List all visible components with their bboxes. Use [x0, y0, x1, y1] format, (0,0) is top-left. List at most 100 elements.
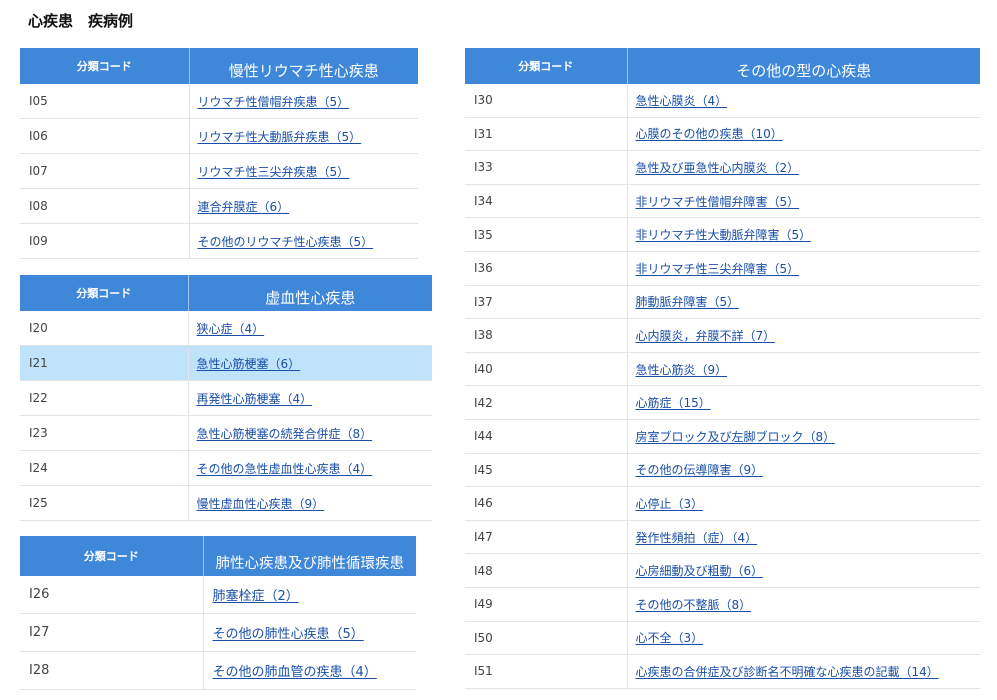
table-row: I42 心筋症（15）: [465, 385, 980, 420]
code-cell: I50: [465, 621, 627, 656]
disease-link[interactable]: 心筋症（15）: [636, 396, 711, 410]
table-row: I25 慢性虚血性心疾患（9）: [20, 485, 432, 521]
code-cell: I40: [465, 352, 627, 387]
disease-link[interactable]: 非リウマチ性大動脈弁障害（5）: [636, 228, 812, 242]
disease-link[interactable]: リウマチ性三尖弁疾患（5）: [198, 165, 350, 179]
code-column-header: 分類コード: [20, 48, 189, 84]
table-title: 肺性心疾患及び肺性循環疾患: [202, 536, 416, 576]
table-row: I07 リウマチ性三尖弁疾患（5）: [20, 153, 418, 189]
name-cell: 非リウマチ性三尖弁障害（5）: [626, 251, 980, 286]
disease-link[interactable]: 急性及び亜急性心内膜炎（2）: [636, 161, 800, 175]
table-row: I24 その他の急性虚血性心疾患（4）: [20, 450, 432, 486]
table-title: 慢性リウマチ性心疾患: [188, 48, 418, 84]
code-cell: I05: [20, 84, 189, 119]
table-row: I26 肺塞栓症（2）: [20, 576, 416, 614]
table-row-highlighted: I21 急性心筋梗塞（6）: [20, 345, 432, 381]
disease-link[interactable]: 房室ブロック及び左脚ブロック（8）: [636, 430, 836, 444]
disease-link[interactable]: その他のリウマチ性心疾患（5）: [198, 235, 374, 249]
table-row: I50 心不全（3）: [465, 621, 980, 656]
code-cell: I38: [465, 318, 627, 353]
name-cell: リウマチ性大動脈弁疾患（5）: [188, 118, 418, 154]
table-row: I47 発作性頻拍（症）（4）: [465, 520, 980, 555]
disease-link[interactable]: 再発性心筋梗塞（4）: [197, 392, 313, 406]
table-row: I36 非リウマチ性三尖弁障害（5）: [465, 251, 980, 286]
disease-link[interactable]: 非リウマチ性三尖弁障害（5）: [636, 262, 800, 276]
name-cell: その他の不整脈（8）: [626, 587, 980, 622]
pulmonary-heart-disease-table: 分類コード 肺性心疾患及び肺性循環疾患 I26 肺塞栓症（2） I27 その他の肺性…: [20, 536, 416, 690]
name-cell: 心膜のその他の疾患（10）: [626, 117, 980, 152]
code-column-header: 分類コード: [465, 48, 627, 84]
code-cell: I23: [20, 415, 188, 451]
disease-link[interactable]: 心疾患の合併症及び診断名不明確な心疾患の記載（14）: [636, 665, 939, 679]
disease-link[interactable]: 急性心筋炎（9）: [636, 363, 728, 377]
code-cell: I51: [465, 654, 627, 689]
disease-link[interactable]: その他の伝導障害（9）: [636, 463, 764, 477]
code-cell: I27: [20, 613, 203, 652]
disease-link[interactable]: その他の急性虚血性心疾患（4）: [197, 462, 373, 476]
name-cell: その他の伝導障害（9）: [626, 453, 980, 488]
name-cell: 房室ブロック及び左脚ブロック（8）: [626, 419, 980, 454]
table-row: I27 その他の肺性心疾患（5）: [20, 613, 416, 652]
table-row: I40 急性心筋炎（9）: [465, 352, 980, 387]
table-row: I06 リウマチ性大動脈弁疾患（5）: [20, 118, 418, 154]
name-cell: リウマチ性三尖弁疾患（5）: [188, 153, 418, 189]
disease-link[interactable]: その他の不整脈（8）: [636, 598, 752, 612]
name-cell: その他の肺性心疾患（5）: [202, 613, 416, 652]
name-cell: 心筋症（15）: [626, 385, 980, 420]
table-row: I44 房室ブロック及び左脚ブロック（8）: [465, 419, 980, 454]
table-row: I49 その他の不整脈（8）: [465, 587, 980, 622]
disease-link[interactable]: 心不全（3）: [636, 631, 704, 645]
disease-link[interactable]: 肺動脈弁障害（5）: [636, 295, 740, 309]
name-cell: 非リウマチ性僧帽弁障害（5）: [626, 184, 980, 219]
disease-link[interactable]: 心内膜炎，弁膜不詳（7）: [636, 329, 776, 343]
disease-link[interactable]: リウマチ性僧帽弁疾患（5）: [198, 95, 350, 109]
code-cell: I36: [465, 251, 627, 286]
table-title: 虚血性心疾患: [187, 275, 432, 311]
rheumatic-heart-disease-table: 分類コード 慢性リウマチ性心疾患 I05 リウマチ性僧帽弁疾患（5） I06 リウマ…: [20, 48, 418, 259]
disease-link[interactable]: その他の肺血管の疾患（4）: [213, 665, 377, 680]
disease-link[interactable]: 心膜のその他の疾患（10）: [636, 127, 783, 141]
table-title: その他の型の心疾患: [626, 48, 980, 84]
disease-link[interactable]: 連合弁膜症（6）: [198, 200, 290, 214]
name-cell: 心房細動及び粗動（6）: [626, 553, 980, 588]
code-column-header: 分類コード: [20, 275, 188, 311]
disease-link[interactable]: 急性心膜炎（4）: [636, 94, 728, 108]
code-cell: I30: [465, 84, 627, 118]
code-cell: I49: [465, 587, 627, 622]
name-cell: その他のリウマチ性心疾患（5）: [188, 223, 418, 259]
code-column-header: 分類コード: [20, 536, 203, 576]
name-cell: 心不全（3）: [626, 621, 980, 656]
code-cell: I25: [20, 485, 188, 521]
disease-link[interactable]: 非リウマチ性僧帽弁障害（5）: [636, 195, 800, 209]
name-cell: 連合弁膜症（6）: [188, 188, 418, 224]
disease-link[interactable]: 心停止（3）: [636, 497, 704, 511]
code-cell: I34: [465, 184, 627, 219]
table-row: I34 非リウマチ性僧帽弁障害（5）: [465, 184, 980, 219]
code-cell: I33: [465, 150, 627, 185]
code-cell: I22: [20, 380, 188, 416]
name-cell: 急性及び亜急性心内膜炎（2）: [626, 150, 980, 185]
table-row: I37 肺動脈弁障害（5）: [465, 285, 980, 320]
name-cell: 慢性虚血性心疾患（9）: [187, 485, 432, 521]
table-row: I35 非リウマチ性大動脈弁障害（5）: [465, 217, 980, 252]
name-cell: 急性心膜炎（4）: [626, 84, 980, 118]
disease-link[interactable]: 急性心筋梗塞の続発合併症（8）: [197, 427, 373, 441]
table-row: I22 再発性心筋梗塞（4）: [20, 380, 432, 416]
disease-link[interactable]: 肺塞栓症（2）: [213, 589, 299, 604]
name-cell: 急性心筋梗塞（6）: [187, 345, 432, 381]
name-cell: 狭心症（4）: [187, 311, 432, 346]
disease-link[interactable]: 狭心症（4）: [197, 322, 265, 336]
table-row: I45 その他の伝導障害（9）: [465, 453, 980, 488]
name-cell: 心内膜炎，弁膜不詳（7）: [626, 318, 980, 353]
disease-link[interactable]: 心房細動及び粗動（6）: [636, 564, 764, 578]
code-cell: I48: [465, 553, 627, 588]
code-cell: I26: [20, 576, 203, 614]
disease-link[interactable]: その他の肺性心疾患（5）: [213, 627, 364, 642]
table-header-row: 分類コード その他の型の心疾患: [465, 48, 980, 84]
disease-link[interactable]: リウマチ性大動脈弁疾患（5）: [198, 130, 362, 144]
disease-link[interactable]: 慢性虚血性心疾患（9）: [197, 497, 325, 511]
code-cell: I28: [20, 651, 203, 690]
disease-link[interactable]: 発作性頻拍（症）（4）: [636, 531, 758, 545]
table-row: I33 急性及び亜急性心内膜炎（2）: [465, 150, 980, 185]
disease-link[interactable]: 急性心筋梗塞（6）: [197, 357, 301, 371]
